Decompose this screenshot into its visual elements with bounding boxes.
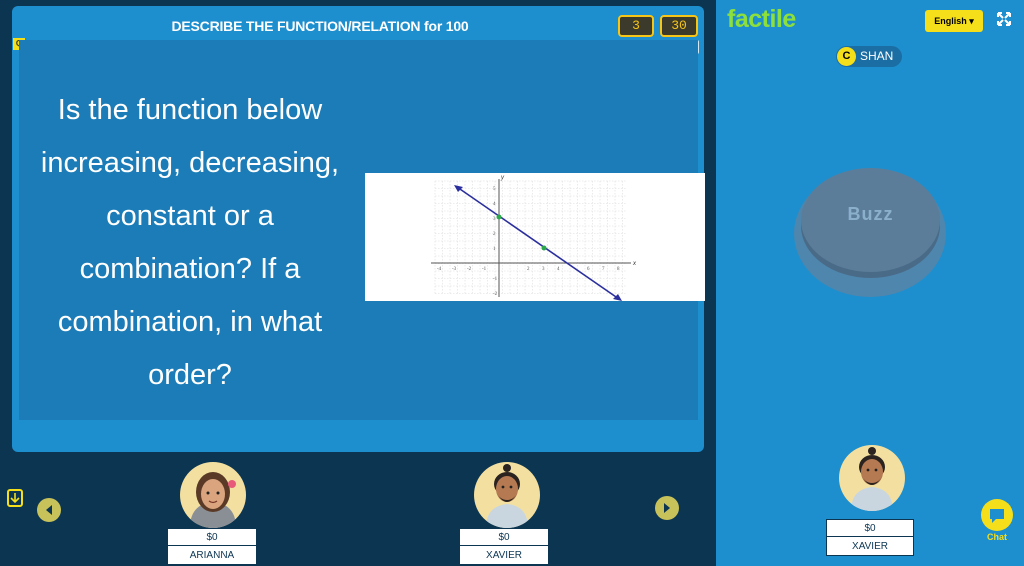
player-name: ARIANNA [189, 550, 235, 561]
current-player-name: SHAN [860, 49, 894, 63]
y-tick-label: -1 [493, 277, 498, 282]
x-tick-label: -1 [482, 267, 487, 272]
category-title: DESCRIBE THE FUNCTION/RELATION for 100 [171, 18, 469, 34]
arrow-left-icon [46, 505, 52, 515]
question-panel: Is the function below increasing, decrea… [19, 40, 705, 420]
game-area: DESCRIBE THE FUNCTION/RELATION for 100 3… [0, 0, 716, 566]
x-tick-label: -4 [437, 267, 442, 272]
x-tick-label: 7 [602, 267, 605, 272]
player-name: XAVIER [486, 550, 522, 561]
graph-point [496, 214, 502, 220]
player-card: $0 XAVIER [459, 528, 549, 565]
chevron-down-icon: ▾ [969, 16, 974, 26]
graph-svg: -4 -3 -2 -1 2 3 4 6 7 8 5 4 3 2 1 -1 -2 x y [431, 175, 637, 301]
self-player-name: XAVIER [852, 541, 888, 552]
timer-counter: 30 [660, 15, 698, 37]
chat-bubble-icon [990, 509, 1004, 523]
y-tick-label: 1 [493, 247, 496, 252]
y-axis-label: y [500, 175, 505, 181]
y-tick-label: 3 [493, 217, 496, 222]
graph-point [541, 245, 547, 251]
fullscreen-icon[interactable] [997, 12, 1011, 26]
x-tick-label: -2 [467, 267, 472, 272]
factile-logo: factile [727, 5, 796, 33]
x-tick-label: 4 [557, 267, 560, 272]
current-player-tag: C SHAN [836, 46, 903, 67]
x-tick-label: 8 [617, 267, 620, 272]
avatar [474, 462, 540, 528]
x-tick-label: 6 [587, 267, 590, 272]
question-header: DESCRIBE THE FUNCTION/RELATION for 100 3… [20, 12, 698, 40]
next-players-button[interactable] [655, 496, 679, 520]
x-axis-label: x [632, 261, 637, 267]
player-card: $0 ARIANNA [167, 528, 257, 565]
player-bar: $0 ARIANNA $0 XAVIER [0, 452, 716, 566]
self-player-card: $0 XAVIER [826, 519, 914, 556]
team-counter: 3 [618, 15, 654, 37]
y-tick-label: 5 [493, 187, 496, 192]
y-tick-label: 4 [493, 202, 496, 207]
player-score: $0 [168, 529, 256, 546]
arrow-right-icon [664, 503, 670, 513]
function-graph: -4 -3 -2 -1 2 3 4 6 7 8 5 4 3 2 1 -1 -2 x y [365, 173, 705, 301]
team-badge: C [837, 47, 856, 66]
buzz-label: Buzz [847, 204, 894, 224]
y-tick-label: 2 [493, 232, 496, 237]
player-score: $0 [460, 529, 548, 546]
x-tick-label: 3 [542, 267, 545, 272]
language-select[interactable]: English ▾ [925, 10, 983, 32]
avatar [180, 462, 246, 528]
function-line [456, 186, 620, 300]
language-label: English [934, 16, 967, 26]
x-tick-label: 2 [527, 267, 530, 272]
prev-players-button[interactable] [37, 498, 61, 522]
self-avatar [839, 445, 905, 511]
x-tick-label: -3 [452, 267, 457, 272]
download-icon [10, 493, 20, 504]
buzzer-panel: factile English ▾ C SHAN Buzz $0 XAVIER … [716, 0, 1024, 566]
self-player-score: $0 [827, 520, 913, 537]
download-button[interactable] [7, 489, 23, 507]
y-tick-label: -2 [493, 292, 498, 297]
chat-label: Chat [987, 532, 1007, 542]
chat-button[interactable] [981, 499, 1013, 531]
question-board: DESCRIBE THE FUNCTION/RELATION for 100 3… [12, 6, 705, 452]
question-text: Is the function below increasing, decrea… [40, 94, 340, 391]
